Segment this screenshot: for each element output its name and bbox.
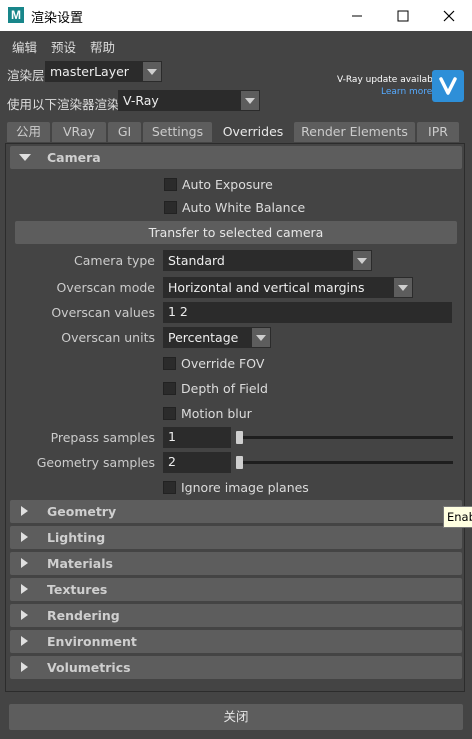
prepass-samples-input[interactable]: 1 xyxy=(163,427,231,448)
overscan-values-value: 1 2 xyxy=(168,304,188,319)
tooltip: Enab xyxy=(443,506,472,528)
close-button[interactable]: 关闭 xyxy=(9,704,463,730)
overscan-values-label: Overscan values xyxy=(51,305,155,320)
depth-of-field-checkbox[interactable] xyxy=(163,382,176,395)
menu-edit[interactable]: 编辑 xyxy=(12,37,37,56)
collapse-arrow-icon xyxy=(21,558,28,568)
tab-settings[interactable]: Settings xyxy=(143,122,212,142)
section-title: Volumetrics xyxy=(47,660,131,675)
overscan-mode-dropdown[interactable]: Horizontal and vertical margins xyxy=(163,277,413,298)
maximize-icon xyxy=(397,10,409,21)
geometry-samples-slider-handle[interactable] xyxy=(236,456,243,469)
geometry-samples-value: 2 xyxy=(168,454,176,469)
section-title: Textures xyxy=(47,582,108,597)
environment-section-header[interactable]: Environment xyxy=(10,630,462,653)
geometry-section-header[interactable]: Geometry xyxy=(10,500,462,523)
override-fov-checkbox[interactable] xyxy=(163,357,176,370)
collapse-arrow-icon xyxy=(21,506,28,516)
vray-learn-more-link[interactable]: Learn more xyxy=(381,87,432,97)
geometry-samples-label: Geometry samples xyxy=(36,455,155,470)
motion-blur-checkbox[interactable] xyxy=(163,407,176,420)
ignore-image-planes-checkbox[interactable] xyxy=(163,481,176,494)
section-title: Materials xyxy=(47,556,113,571)
tab-ipr[interactable]: IPR xyxy=(417,122,459,142)
geometry-samples-input[interactable]: 2 xyxy=(163,452,231,473)
geometry-samples-slider[interactable] xyxy=(237,461,453,464)
minimize-icon xyxy=(352,15,362,16)
overscan-units-label: Overscan units xyxy=(61,330,155,345)
override-fov-label: Override FOV xyxy=(181,356,265,371)
auto-white-balance-checkbox[interactable] xyxy=(164,201,177,214)
overscan-mode-value: Horizontal and vertical margins xyxy=(168,280,365,295)
render-layer-dropdown[interactable]: masterLayer xyxy=(45,61,162,82)
menu-help[interactable]: 帮助 xyxy=(90,37,115,56)
chevron-down-icon xyxy=(241,91,259,110)
collapse-arrow-icon xyxy=(21,662,28,672)
renderer-dropdown[interactable]: V-Ray xyxy=(118,90,260,111)
vray-logo-icon[interactable] xyxy=(432,70,464,102)
auto-exposure-label: Auto Exposure xyxy=(182,177,273,192)
tab-overrides[interactable]: Overrides xyxy=(214,122,292,144)
depth-of-field-label: Depth of Field xyxy=(181,381,268,396)
tab-gi[interactable]: GI xyxy=(108,122,141,142)
camera-section-title: Camera xyxy=(47,150,101,165)
tab-vray[interactable]: VRay xyxy=(52,122,106,142)
collapse-arrow-icon xyxy=(21,532,28,542)
transfer-to-camera-button[interactable]: Transfer to selected camera xyxy=(15,221,457,244)
ignore-image-planes-label: Ignore image planes xyxy=(181,480,309,495)
window-title: 渲染设置 xyxy=(31,11,84,26)
section-title: Geometry xyxy=(47,504,117,519)
prepass-samples-value: 1 xyxy=(168,429,176,444)
materials-section-header[interactable]: Materials xyxy=(10,552,462,575)
overscan-units-dropdown[interactable]: Percentage xyxy=(163,327,271,348)
menu-presets[interactable]: 预设 xyxy=(51,37,76,56)
chevron-down-icon xyxy=(394,278,412,297)
auto-exposure-checkbox[interactable] xyxy=(164,178,177,191)
collapse-arrow-icon xyxy=(21,610,28,620)
volumetrics-section-header[interactable]: Volumetrics xyxy=(10,656,462,679)
overscan-values-input[interactable]: 1 2 xyxy=(163,302,452,323)
camera-type-label: Camera type xyxy=(74,253,155,268)
maya-logo-icon: M xyxy=(8,7,24,23)
section-title: Environment xyxy=(47,634,137,649)
lighting-section-header[interactable]: Lighting xyxy=(10,526,462,549)
renderer-label: 使用以下渲染器渲染 xyxy=(7,97,120,112)
collapse-arrow-icon xyxy=(21,636,28,646)
chevron-down-icon xyxy=(143,62,161,81)
rendering-section-header[interactable]: Rendering xyxy=(10,604,462,627)
overscan-mode-label: Overscan mode xyxy=(56,280,155,295)
tab-render-elements[interactable]: Render Elements xyxy=(294,122,415,142)
overscan-units-value: Percentage xyxy=(168,330,239,345)
collapse-arrow-icon xyxy=(21,584,28,594)
tab-common[interactable]: 公用 xyxy=(7,122,50,142)
maximize-button[interactable] xyxy=(380,0,426,31)
chevron-down-icon xyxy=(353,251,371,270)
section-title: Lighting xyxy=(47,530,106,545)
render-layer-label: 渲染层 xyxy=(7,68,45,83)
expand-arrow-icon xyxy=(19,154,31,161)
prepass-samples-label: Prepass samples xyxy=(50,430,155,445)
close-icon xyxy=(443,10,455,21)
close-window-button[interactable] xyxy=(426,0,472,31)
auto-white-balance-label: Auto White Balance xyxy=(182,200,306,215)
section-title: Rendering xyxy=(47,608,120,623)
minimize-button[interactable] xyxy=(334,0,380,31)
camera-type-dropdown[interactable]: Standard xyxy=(163,250,372,271)
camera-type-value: Standard xyxy=(168,253,225,268)
motion-blur-label: Motion blur xyxy=(181,406,252,421)
render-layer-value: masterLayer xyxy=(50,64,129,79)
vray-update-text: V-Ray update available xyxy=(337,75,441,85)
renderer-value: V-Ray xyxy=(123,93,159,108)
prepass-samples-slider-handle[interactable] xyxy=(236,431,243,444)
textures-section-header[interactable]: Textures xyxy=(10,578,462,601)
camera-section-header[interactable]: Camera xyxy=(10,146,462,169)
prepass-samples-slider[interactable] xyxy=(237,436,453,439)
chevron-down-icon xyxy=(252,328,270,347)
